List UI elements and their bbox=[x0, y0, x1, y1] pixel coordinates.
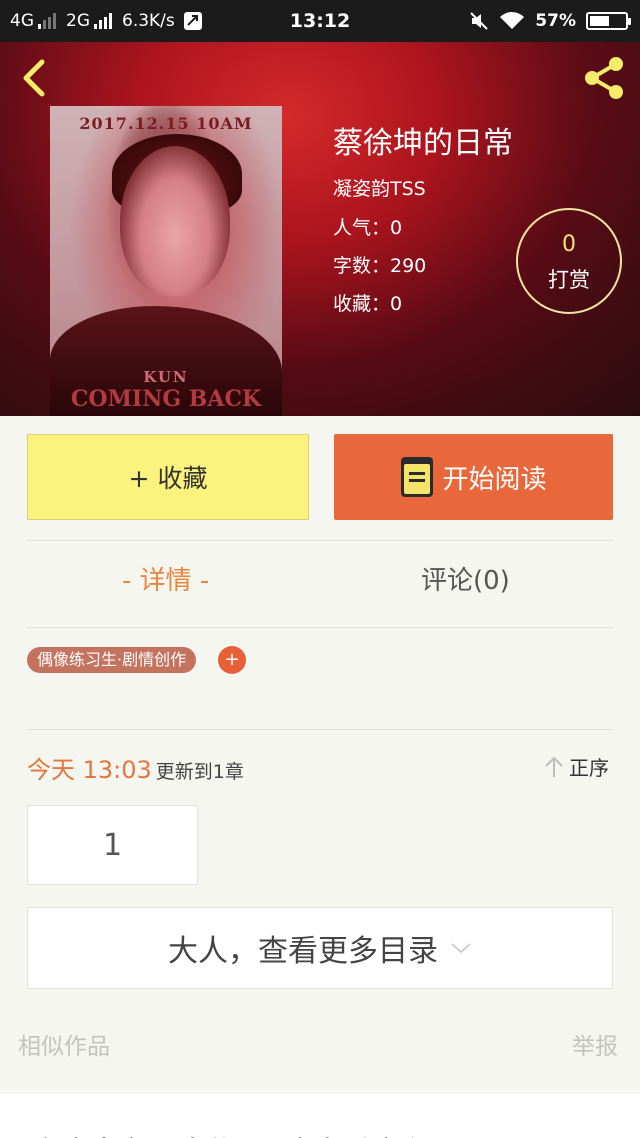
battery-icon bbox=[586, 12, 631, 30]
mute-icon bbox=[470, 12, 489, 30]
book-icon bbox=[401, 457, 434, 497]
back-icon[interactable] bbox=[14, 56, 54, 100]
arrow-up-icon bbox=[545, 756, 563, 777]
divider bbox=[27, 540, 613, 541]
collect-button[interactable]: + 收藏 bbox=[27, 434, 309, 520]
network-speed: 6.3K/s bbox=[122, 11, 175, 31]
tag-chip[interactable]: 偶像练习生·剧情创作 bbox=[27, 647, 197, 673]
similar-work-title[interactable]: 有人当家不啤觉，回来向看这个！ bbox=[34, 1130, 454, 1138]
status-right: 57% bbox=[469, 0, 631, 42]
start-reading-button[interactable]: 开始阅读 bbox=[334, 434, 613, 520]
reward-button[interactable]: 0 打赏 bbox=[516, 208, 622, 314]
similar-works-label: 相似作品 bbox=[18, 1034, 110, 1060]
network-2g-label: 2G bbox=[66, 11, 90, 31]
status-bar: 4G 2G 6.3K/s 13:12 57% bbox=[0, 0, 640, 42]
tab-details[interactable]: - 详情 - bbox=[122, 560, 209, 597]
collect-label: + 收藏 bbox=[128, 464, 208, 493]
battery-percent: 57% bbox=[535, 11, 576, 31]
view-more-chapters-button[interactable]: 大人，查看更多目录 bbox=[27, 907, 613, 989]
book-title: 蔡徐坤的日常 bbox=[333, 126, 513, 161]
tab-comments[interactable]: 评论(0) bbox=[421, 560, 510, 597]
status-left: 4G 2G 6.3K/s bbox=[10, 0, 203, 42]
sort-button[interactable]: 正序 bbox=[543, 752, 609, 781]
update-text: 更新到1章 bbox=[155, 761, 244, 783]
book-author[interactable]: 凝姿韵TSS bbox=[333, 174, 426, 201]
reward-count: 0 bbox=[562, 232, 576, 257]
cover-text: COMING BACK bbox=[70, 386, 262, 412]
similar-works-panel: 有人当家不啤觉，回来向看这个！ bbox=[0, 1094, 640, 1138]
signal-icon bbox=[38, 13, 56, 29]
start-reading-label: 开始阅读 bbox=[442, 464, 547, 495]
signal-icon-2 bbox=[94, 13, 112, 29]
book-header: 2017.12.15 10AM KUN COMING BACK 蔡徐坤的日常 凝… bbox=[0, 42, 640, 416]
update-info: 今天 13:03 更新到1章 bbox=[27, 750, 244, 785]
cover-caption: KUN COMING BACK bbox=[50, 366, 282, 410]
network-4g-label: 4G bbox=[10, 11, 34, 31]
book-favorites: 收藏：0 bbox=[333, 293, 403, 315]
update-time: 今天 13:03 bbox=[27, 756, 152, 784]
chevron-down-icon bbox=[451, 943, 471, 954]
reward-label: 打赏 bbox=[548, 268, 590, 292]
book-word-count: 字数：290 bbox=[333, 255, 427, 277]
sort-label: 正序 bbox=[569, 756, 609, 780]
add-tag-button[interactable]: + bbox=[218, 646, 246, 674]
notification-icon bbox=[183, 12, 202, 30]
cover-date: 2017.12.15 10AM bbox=[79, 114, 253, 133]
chapter-item[interactable]: 1 bbox=[27, 805, 198, 885]
battery-fill bbox=[590, 16, 610, 26]
book-cover[interactable]: 2017.12.15 10AM KUN COMING BACK bbox=[50, 106, 282, 416]
share-icon[interactable] bbox=[580, 54, 628, 102]
report-link[interactable]: 举报 bbox=[572, 1027, 618, 1061]
cover-face bbox=[120, 146, 230, 296]
wifi-icon bbox=[500, 12, 525, 29]
cover-sub: KUN bbox=[143, 368, 189, 386]
book-popularity: 人气：0 bbox=[333, 217, 403, 239]
divider bbox=[27, 627, 613, 628]
view-more-label: 大人，查看更多目录 bbox=[168, 934, 438, 969]
divider bbox=[27, 729, 613, 730]
